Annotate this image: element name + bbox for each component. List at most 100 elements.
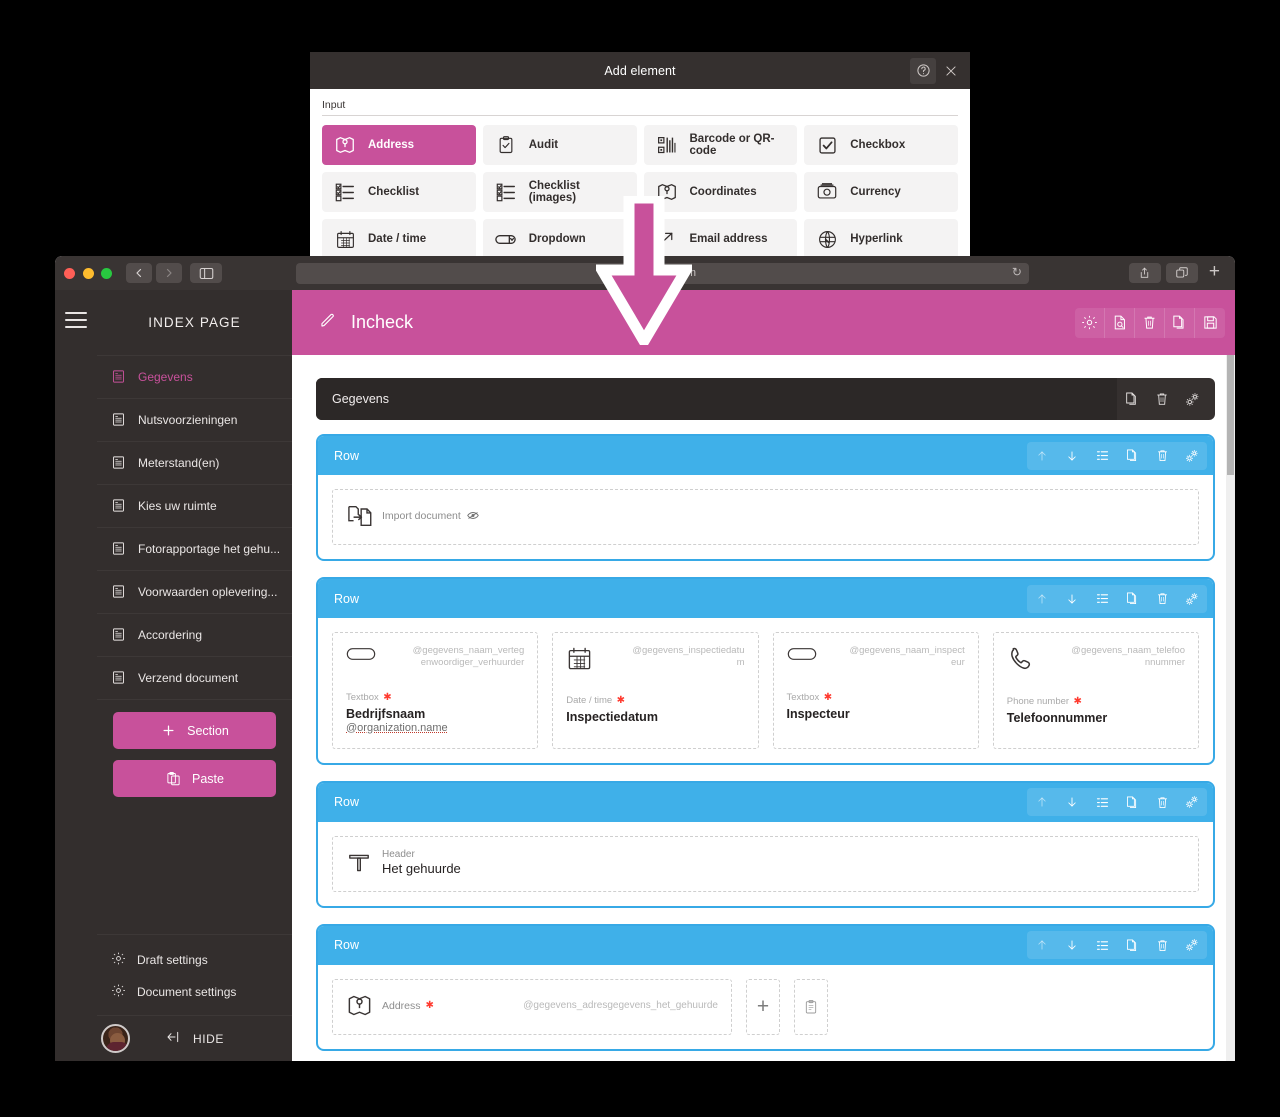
minimize-window-button[interactable] xyxy=(82,267,94,279)
element-card-dropdown[interactable]: Dropdown xyxy=(482,219,637,257)
field-header-het-gehuurde[interactable]: Header Het gehuurde xyxy=(332,835,1199,892)
move-down-button[interactable] xyxy=(1057,931,1087,959)
element-card-checkbox[interactable]: Checkbox xyxy=(804,125,958,165)
section-settings-button[interactable] xyxy=(1177,384,1207,414)
sidebar-toggle-icon[interactable] xyxy=(190,263,222,283)
add-element-button[interactable]: + xyxy=(746,978,780,1035)
share-icon[interactable] xyxy=(1128,263,1161,283)
field-address[interactable]: Address ✱ @gegevens_adresgegevens_het_ge… xyxy=(332,978,732,1035)
sidebar-item-voorwaarden[interactable]: Voorwaarden oplevering... xyxy=(97,570,292,613)
row-duplicate-button[interactable] xyxy=(1117,442,1147,470)
vertical-scrollbar[interactable] xyxy=(1226,355,1235,1061)
row-duplicate-button[interactable] xyxy=(1117,931,1147,959)
row-settings-button[interactable] xyxy=(1177,442,1207,470)
close-window-button[interactable] xyxy=(64,267,75,279)
element-card-checklist-images[interactable]: Checklist (images) xyxy=(482,172,637,212)
add-section-button[interactable]: Section xyxy=(113,712,276,749)
sidebar-section-list: Gegevens Nutsvoorzieningen Meterstand(en… xyxy=(97,355,292,699)
element-card-barcode[interactable]: Barcode or QR-code xyxy=(643,125,798,165)
row-settings-button[interactable] xyxy=(1177,585,1207,613)
pencil-icon[interactable] xyxy=(318,311,337,335)
hide-sidebar-button[interactable]: HIDE xyxy=(165,1030,224,1047)
row-layout-button[interactable] xyxy=(1087,442,1117,470)
element-card-label: Barcode or QR-code xyxy=(689,133,775,157)
input-section-label: Input xyxy=(322,99,958,116)
row-layout-button[interactable] xyxy=(1087,931,1117,959)
new-tab-button[interactable]: + xyxy=(1203,262,1226,284)
draft-settings-item[interactable]: Draft settings xyxy=(97,944,292,976)
paste-button[interactable]: Paste xyxy=(113,760,276,797)
application-root: INDEX PAGE Gegevens Nutsvoorzieningen Me… xyxy=(55,290,1235,1061)
element-card-coordinates[interactable]: Coordinates xyxy=(643,172,798,212)
element-card-checklist[interactable]: Checklist xyxy=(322,172,476,212)
element-card-address[interactable]: Address xyxy=(322,125,476,165)
sidebar-item-nutsvoorzieningen[interactable]: Nutsvoorzieningen xyxy=(97,398,292,441)
save-button[interactable] xyxy=(1195,308,1225,338)
move-up-button[interactable] xyxy=(1027,585,1057,613)
section-delete-button[interactable] xyxy=(1147,384,1177,414)
element-card-email[interactable]: Email address xyxy=(643,219,798,257)
field-import-document[interactable]: Import document xyxy=(332,489,1199,545)
move-up-button[interactable] xyxy=(1027,442,1057,470)
tab-overview-icon[interactable] xyxy=(1165,263,1198,283)
maximize-window-button[interactable] xyxy=(101,267,112,279)
question-mark-circle-icon[interactable] xyxy=(910,57,936,84)
row-duplicate-button[interactable] xyxy=(1117,788,1147,816)
field-inspecteur[interactable]: @gegevens_naam_inspecteur Textbox ✱ Insp… xyxy=(772,632,979,749)
delete-button[interactable] xyxy=(1135,307,1165,338)
chevron-right-icon[interactable] xyxy=(156,263,182,283)
sidebar-item-accordering[interactable]: Accordering xyxy=(97,613,292,656)
row-delete-button[interactable] xyxy=(1147,585,1177,613)
paste-element-button[interactable] xyxy=(794,978,828,1035)
barcode-icon xyxy=(655,133,679,157)
sidebar-item-meterstanden[interactable]: Meterstand(en) xyxy=(97,441,292,484)
field-bedrijfsnaam[interactable]: @gegevens_naam_vertegenwoordiger_verhuur… xyxy=(332,632,539,749)
globe-link-icon xyxy=(815,227,839,251)
move-down-button[interactable] xyxy=(1057,788,1087,816)
preview-button[interactable] xyxy=(1105,307,1135,338)
address-bar[interactable]: 🔒 po…ll.com ↻ xyxy=(296,262,1029,284)
scrollbar-thumb[interactable] xyxy=(1227,355,1234,475)
reload-icon[interactable]: ↻ xyxy=(1012,265,1022,279)
row-title: Row xyxy=(334,795,360,810)
field-meta: Textbox ✱ Bedrijfsnaam @organization.nam… xyxy=(346,687,524,734)
section-duplicate-button[interactable] xyxy=(1117,384,1147,414)
hide-sidebar-label: HIDE xyxy=(192,1031,225,1046)
row-settings-button[interactable] xyxy=(1177,788,1207,816)
row-layout-button[interactable] xyxy=(1087,585,1117,613)
row-delete-button[interactable] xyxy=(1147,442,1177,470)
row-delete-button[interactable] xyxy=(1147,788,1177,816)
field-telefoonnummer[interactable]: @gegevens_naam_telefoonnummer Phone numb… xyxy=(992,632,1199,749)
draft-settings-label: Draft settings xyxy=(137,953,208,967)
sidebar-item-fotorapportage[interactable]: Fotorapportage het gehu... xyxy=(97,527,292,570)
row-settings-button[interactable] xyxy=(1177,931,1207,959)
close-icon[interactable] xyxy=(938,58,964,84)
element-card-label: Email address xyxy=(689,233,768,245)
settings-button[interactable] xyxy=(1075,307,1105,338)
row-delete-button[interactable] xyxy=(1147,931,1177,959)
move-up-button[interactable] xyxy=(1027,931,1057,959)
duplicate-button[interactable] xyxy=(1165,307,1195,338)
row-header: Row xyxy=(318,579,1213,618)
row-duplicate-button[interactable] xyxy=(1117,585,1147,613)
move-down-button[interactable] xyxy=(1057,442,1087,470)
element-card-currency[interactable]: Currency xyxy=(804,172,958,212)
email-arrow-icon xyxy=(655,227,679,251)
move-down-button[interactable] xyxy=(1057,585,1087,613)
element-card-audit[interactable]: Audit xyxy=(482,125,637,165)
field-inspectiedatum[interactable]: @gegevens_inspectiedatum Date / time ✱ I… xyxy=(552,632,759,749)
hamburger-menu-icon[interactable] xyxy=(65,312,87,1061)
section-name[interactable]: Gegevens xyxy=(316,378,1117,420)
field-type-label: Phone number xyxy=(1006,696,1070,707)
chevron-left-icon[interactable] xyxy=(126,263,152,283)
sidebar-item-verzend-document[interactable]: Verzend document xyxy=(97,656,292,699)
avatar[interactable] xyxy=(101,1024,130,1053)
element-card-hyperlink[interactable]: Hyperlink xyxy=(804,219,958,257)
row-layout-button[interactable] xyxy=(1087,788,1117,816)
move-up-button[interactable] xyxy=(1027,788,1057,816)
sidebar-item-gegevens[interactable]: Gegevens xyxy=(97,355,292,398)
sidebar-item-kies-uw-ruimte[interactable]: Kies uw ruimte xyxy=(97,484,292,527)
document-settings-item[interactable]: Document settings xyxy=(97,976,292,1008)
calendar-icon xyxy=(566,645,600,672)
element-card-datetime[interactable]: Date / time xyxy=(322,219,476,257)
